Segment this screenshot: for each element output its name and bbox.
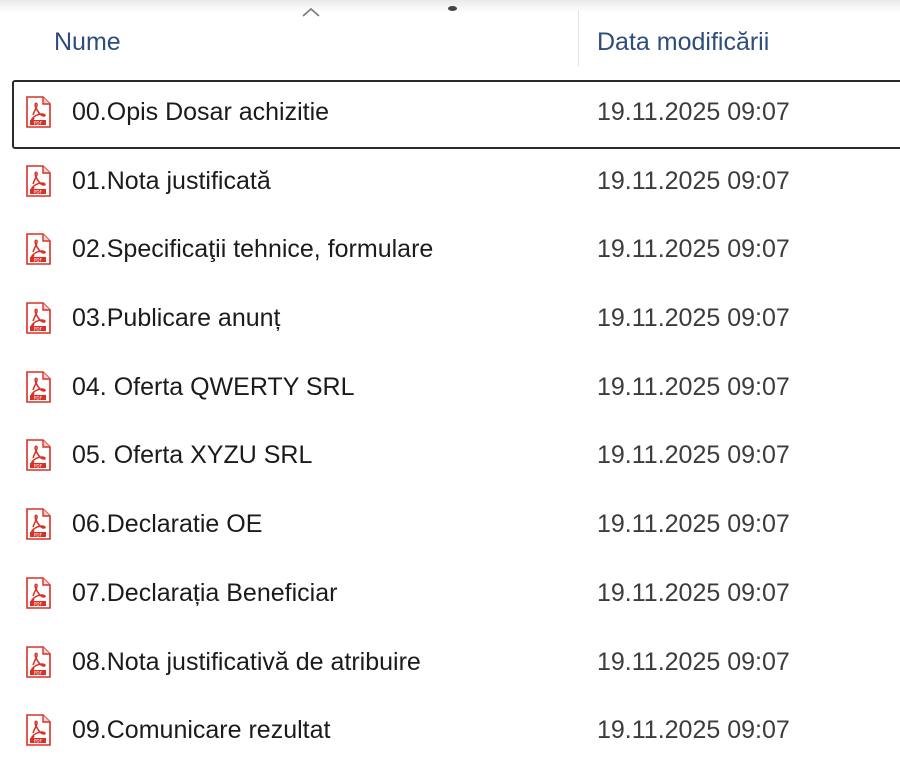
file-row-03[interactable]: PDF 03.Publicare anunț 19.11.2025 09:07 [0,286,900,355]
svg-text:PDF: PDF [34,601,43,606]
file-date-modified: 19.11.2025 09:07 [597,235,790,264]
file-row-05[interactable]: PDF 05. Oferta XYZU SRL 19.11.2025 09:07 [0,423,900,492]
svg-text:PDF: PDF [34,464,43,469]
file-date-modified: 19.11.2025 09:07 [597,98,790,126]
svg-text:PDF: PDF [34,395,43,400]
file-row-07[interactable]: PDF 07.Declarația Beneficiar 19.11.2025 … [0,561,900,630]
column-header-date-modified[interactable]: Data modificării [597,28,769,57]
file-date-modified: 19.11.2025 09:07 [597,716,790,745]
file-list: PDF 00.Opis Dosar achizitie 19.11.2025 0… [0,80,900,767]
pdf-file-icon: PDF [26,508,51,540]
file-name: 05. Oferta XYZU SRL [72,441,313,470]
pdf-file-icon: PDF [26,645,51,678]
clipped-glyph [448,6,457,11]
file-date-modified: 19.11.2025 09:07 [597,372,790,401]
file-date-modified: 19.11.2025 09:07 [597,578,790,607]
file-name: 09.Comunicare rezultat [72,716,331,745]
file-row-01[interactable]: PDF 01.Nota justificată 19.11.2025 09:07 [0,149,900,218]
file-date-modified: 19.11.2025 09:07 [597,166,790,195]
column-divider[interactable] [578,10,579,66]
file-date-modified: 19.11.2025 09:07 [597,510,790,539]
file-name: 06.Declaratie OE [72,510,263,539]
svg-text:PDF: PDF [34,738,43,743]
pdf-file-icon: PDF [26,302,51,334]
pdf-file-icon: PDF [26,370,51,403]
pdf-file-icon: PDF [26,714,51,746]
column-header-name[interactable]: Nume [54,28,121,57]
pdf-file-icon: PDF [26,439,51,472]
svg-text:PDF: PDF [34,120,43,125]
file-row-08[interactable]: PDF 08.Nota justificativă de atribuire 1… [0,630,900,699]
file-name: 04. Oferta QWERTY SRL [72,372,355,401]
column-header-bar: Nume Data modificării [0,0,900,72]
file-row-04[interactable]: PDF 04. Oferta QWERTY SRL 19.11.2025 09:… [0,355,900,424]
svg-text:PDF: PDF [34,670,43,675]
file-name: 00.Opis Dosar achizitie [72,98,330,126]
sort-ascending-icon [302,7,320,17]
file-row-00[interactable]: PDF 00.Opis Dosar achizitie 19.11.2025 0… [12,80,900,149]
svg-text:PDF: PDF [34,258,43,263]
file-name: 02.Specificaţii tehnice, formulare [72,235,434,264]
pdf-file-icon: PDF [26,164,51,197]
file-date-modified: 19.11.2025 09:07 [597,441,790,470]
file-date-modified: 19.11.2025 09:07 [597,647,790,676]
pdf-file-icon: PDF [26,233,51,266]
svg-text:PDF: PDF [34,189,43,194]
file-row-06[interactable]: PDF 06.Declaratie OE 19.11.2025 09:07 [0,492,900,561]
file-name: 01.Nota justificată [72,166,271,195]
pdf-file-icon: PDF [26,96,51,128]
file-name: 07.Declarația Beneficiar [72,578,338,607]
file-row-09[interactable]: PDF 09.Comunicare rezultat 19.11.2025 09… [0,698,900,767]
file-row-02[interactable]: PDF 02.Specificaţii tehnice, formulare 1… [0,217,900,286]
file-name: 08.Nota justificativă de atribuire [72,647,421,676]
pdf-file-icon: PDF [26,577,51,609]
svg-text:PDF: PDF [34,532,43,537]
file-name: 03.Publicare anunț [72,304,281,333]
file-date-modified: 19.11.2025 09:07 [597,304,790,333]
svg-text:PDF: PDF [34,326,43,331]
